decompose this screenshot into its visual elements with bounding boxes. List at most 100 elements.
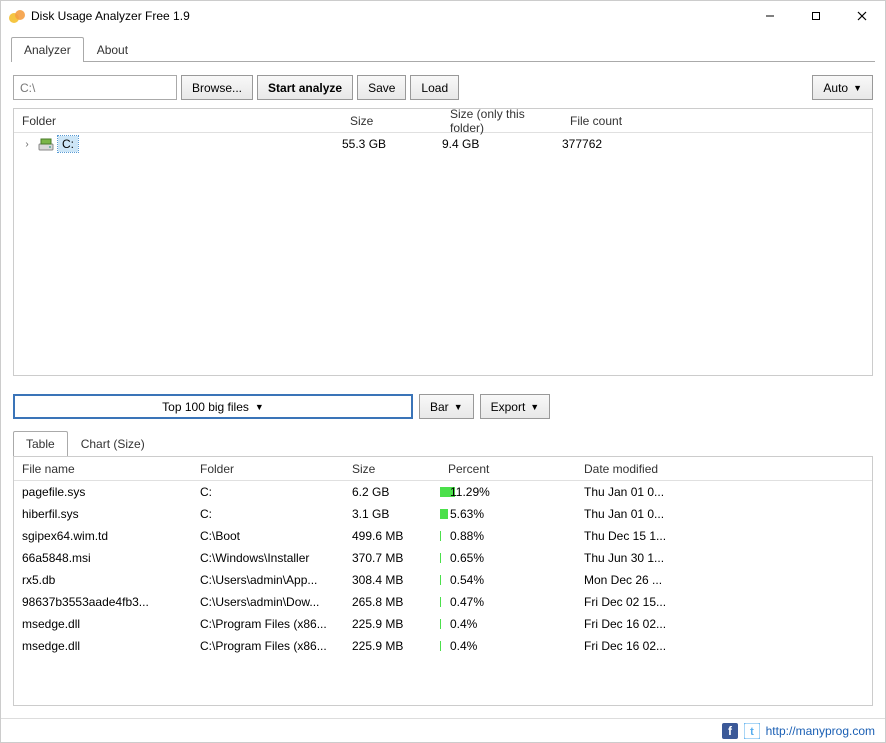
top100-dropdown[interactable]: Top 100 big files ▼ bbox=[13, 394, 413, 419]
file-date: Fri Dec 16 02... bbox=[576, 617, 736, 631]
file-row[interactable]: pagefile.sysC:6.2 GB11.29%Thu Jan 01 0..… bbox=[14, 481, 872, 503]
app-icon bbox=[9, 8, 25, 24]
file-row[interactable]: rx5.dbC:\Users\admin\App...308.4 MB0.54%… bbox=[14, 569, 872, 591]
sub-tab-strip: Table Chart (Size) bbox=[13, 431, 873, 456]
file-size: 265.8 MB bbox=[344, 595, 440, 609]
file-row[interactable]: msedge.dllC:\Program Files (x86...225.9 … bbox=[14, 613, 872, 635]
file-size: 499.6 MB bbox=[344, 529, 440, 543]
file-folder: C:\Users\admin\Dow... bbox=[192, 595, 344, 609]
file-size: 370.7 MB bbox=[344, 551, 440, 565]
file-percent: 0.4% bbox=[440, 639, 576, 653]
window-title: Disk Usage Analyzer Free 1.9 bbox=[31, 9, 747, 23]
file-name: sgipex64.wim.td bbox=[14, 529, 192, 543]
file-percent: 0.4% bbox=[440, 617, 576, 631]
content-area: Browse... Start analyze Save Load Auto▼ … bbox=[1, 63, 885, 718]
save-button[interactable]: Save bbox=[357, 75, 406, 100]
file-date: Fri Dec 02 15... bbox=[576, 595, 736, 609]
chevron-down-icon: ▼ bbox=[454, 402, 463, 412]
twitter-icon[interactable]: t bbox=[744, 723, 760, 739]
file-percent: 0.47% bbox=[440, 595, 576, 609]
tree-size: 55.3 GB bbox=[342, 137, 442, 151]
file-row[interactable]: hiberfil.sysC:3.1 GB5.63%Thu Jan 01 0... bbox=[14, 503, 872, 525]
file-size: 3.1 GB bbox=[344, 507, 440, 521]
export-label: Export bbox=[491, 400, 526, 414]
bar-label: Bar bbox=[430, 400, 449, 414]
file-date: Thu Jan 01 0... bbox=[576, 507, 736, 521]
top-toolbar: Browse... Start analyze Save Load Auto ▼ bbox=[13, 75, 873, 100]
fcol-percent[interactable]: Percent bbox=[440, 462, 576, 476]
chevron-down-icon: ▼ bbox=[255, 402, 264, 412]
file-folder: C:\Users\admin\App... bbox=[192, 573, 344, 587]
file-name: rx5.db bbox=[14, 573, 192, 587]
file-name: hiberfil.sys bbox=[14, 507, 192, 521]
file-row[interactable]: msedge.dllC:\Program Files (x86...225.9 … bbox=[14, 635, 872, 657]
load-button[interactable]: Load bbox=[410, 75, 459, 100]
file-name: pagefile.sys bbox=[14, 485, 192, 499]
file-size: 6.2 GB bbox=[344, 485, 440, 499]
file-date: Thu Dec 15 1... bbox=[576, 529, 736, 543]
top100-label: Top 100 big files bbox=[162, 400, 249, 414]
close-button[interactable] bbox=[839, 1, 885, 31]
main-tab-strip: Analyzer About bbox=[1, 37, 885, 62]
maximize-button[interactable] bbox=[793, 1, 839, 31]
tab-analyzer[interactable]: Analyzer bbox=[11, 37, 84, 62]
file-percent: 11.29% bbox=[440, 485, 576, 499]
chevron-down-icon: ▼ bbox=[853, 83, 862, 93]
tree-body: ›C:55.3 GB9.4 GB377762 bbox=[14, 133, 872, 155]
file-date: Thu Jan 01 0... bbox=[576, 485, 736, 499]
col-count[interactable]: File count bbox=[562, 114, 662, 128]
file-size: 308.4 MB bbox=[344, 573, 440, 587]
titlebar: Disk Usage Analyzer Free 1.9 bbox=[1, 1, 885, 31]
facebook-icon[interactable]: f bbox=[722, 723, 738, 739]
expand-icon[interactable]: › bbox=[20, 139, 34, 150]
fcol-date[interactable]: Date modified bbox=[576, 462, 736, 476]
fcol-folder[interactable]: Folder bbox=[192, 462, 344, 476]
chevron-down-icon: ▼ bbox=[530, 402, 539, 412]
tab-about[interactable]: About bbox=[84, 37, 141, 62]
browse-button[interactable]: Browse... bbox=[181, 75, 253, 100]
file-name: 98637b3553aade4fb3... bbox=[14, 595, 192, 609]
file-folder: C: bbox=[192, 507, 344, 521]
file-folder: C: bbox=[192, 485, 344, 499]
file-date: Mon Dec 26 ... bbox=[576, 573, 736, 587]
drive-icon bbox=[38, 136, 54, 152]
fcol-size[interactable]: Size bbox=[344, 462, 440, 476]
file-date: Fri Dec 16 02... bbox=[576, 639, 736, 653]
homepage-link[interactable]: http://manyprog.com bbox=[766, 724, 875, 738]
tree-label: C: bbox=[58, 136, 78, 152]
col-size[interactable]: Size bbox=[342, 114, 442, 128]
file-folder: C:\Windows\Installer bbox=[192, 551, 344, 565]
file-name: msedge.dll bbox=[14, 639, 192, 653]
file-list-panel: File name Folder Size Percent Date modif… bbox=[13, 456, 873, 706]
tree-header: Folder Size Size (only this folder) File… bbox=[14, 109, 872, 133]
minimize-button[interactable] bbox=[747, 1, 793, 31]
tree-count: 377762 bbox=[562, 137, 662, 151]
export-dropdown[interactable]: Export ▼ bbox=[480, 394, 551, 419]
file-row[interactable]: 66a5848.msiC:\Windows\Installer370.7 MB0… bbox=[14, 547, 872, 569]
file-folder: C:\Program Files (x86... bbox=[192, 617, 344, 631]
fcol-name[interactable]: File name bbox=[14, 462, 192, 476]
folder-tree-panel: Folder Size Size (only this folder) File… bbox=[13, 108, 873, 376]
auto-dropdown[interactable]: Auto ▼ bbox=[812, 75, 873, 100]
auto-label: Auto bbox=[823, 81, 848, 95]
tree-row[interactable]: ›C:55.3 GB9.4 GB377762 bbox=[14, 133, 872, 155]
col-folder[interactable]: Folder bbox=[14, 114, 342, 128]
bar-dropdown[interactable]: Bar ▼ bbox=[419, 394, 474, 419]
mid-toolbar: Top 100 big files ▼ Bar ▼ Export ▼ bbox=[13, 394, 873, 419]
file-row[interactable]: sgipex64.wim.tdC:\Boot499.6 MB0.88%Thu D… bbox=[14, 525, 872, 547]
path-input[interactable] bbox=[13, 75, 177, 100]
col-sizeonly[interactable]: Size (only this folder) bbox=[442, 108, 562, 135]
file-name: 66a5848.msi bbox=[14, 551, 192, 565]
file-header: File name Folder Size Percent Date modif… bbox=[14, 457, 872, 481]
statusbar: f t http://manyprog.com bbox=[1, 718, 885, 742]
file-body[interactable]: pagefile.sysC:6.2 GB11.29%Thu Jan 01 0..… bbox=[14, 481, 872, 657]
svg-text:t: t bbox=[750, 726, 754, 738]
subtab-chart[interactable]: Chart (Size) bbox=[68, 431, 158, 456]
file-folder: C:\Boot bbox=[192, 529, 344, 543]
subtab-table[interactable]: Table bbox=[13, 431, 68, 456]
file-percent: 0.65% bbox=[440, 551, 576, 565]
file-row[interactable]: 98637b3553aade4fb3...C:\Users\admin\Dow.… bbox=[14, 591, 872, 613]
start-analyze-button[interactable]: Start analyze bbox=[257, 75, 353, 100]
file-percent: 0.88% bbox=[440, 529, 576, 543]
file-date: Thu Jun 30 1... bbox=[576, 551, 736, 565]
